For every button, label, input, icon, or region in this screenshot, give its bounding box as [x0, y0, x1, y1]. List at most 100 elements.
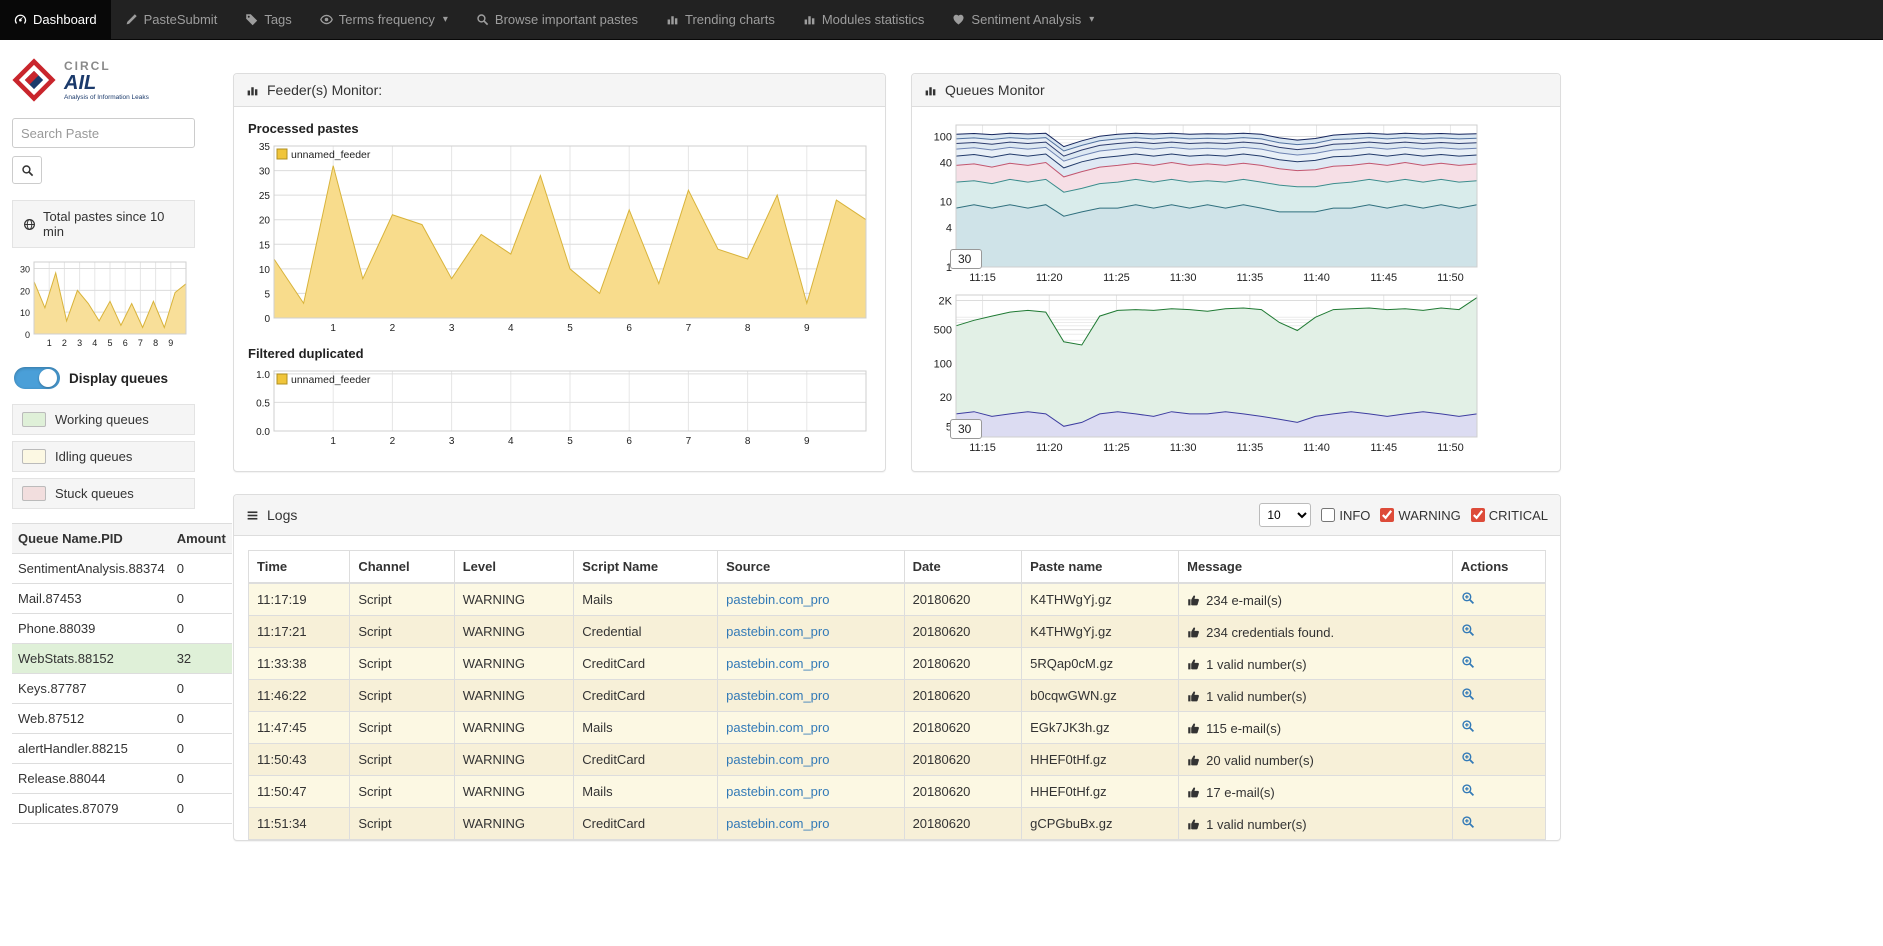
show-paste-button[interactable] [1461, 623, 1475, 637]
svg-text:7: 7 [138, 338, 143, 348]
edit-icon [125, 13, 138, 26]
queue-row-keys-87787[interactable]: Keys.877870 [12, 674, 232, 704]
queue-row-duplicates-87079[interactable]: Duplicates.870790 [12, 794, 232, 824]
avg-window-input-bottom[interactable]: 30 [950, 419, 982, 439]
filter-critical[interactable]: CRITICAL [1471, 508, 1548, 523]
search-paste-button[interactable] [12, 156, 42, 184]
show-paste-button[interactable] [1461, 719, 1475, 733]
filter-critical-checkbox[interactable] [1471, 508, 1485, 522]
logs-column-source: Source [718, 551, 904, 584]
show-paste-button[interactable] [1461, 815, 1475, 829]
queues-monitor-bottom-chart[interactable]: 11:1511:2011:2511:3011:3511:4011:4511:50… [924, 289, 1484, 455]
svg-text:9: 9 [168, 338, 173, 348]
queue-row-alerthandler-88215[interactable]: alertHandler.882150 [12, 734, 232, 764]
log-message-cell: 1 valid number(s) [1179, 808, 1453, 840]
svg-text:1: 1 [330, 323, 336, 334]
bar-chart-icon [246, 84, 259, 97]
filter-info[interactable]: INFO [1321, 508, 1370, 523]
legend-label: Stuck queues [55, 486, 134, 501]
log-message-cell: 1 valid number(s) [1179, 648, 1453, 680]
svg-text:3: 3 [449, 323, 455, 334]
log-source-cell: pastebin.com_pro [718, 680, 904, 712]
circl-ail-logo[interactable]: CIRCL AIL Analysis of Information Leaks [12, 58, 195, 102]
logo-text: CIRCL AIL Analysis of Information Leaks [64, 59, 149, 101]
queue-row-web-87512[interactable]: Web.875120 [12, 704, 232, 734]
legend-label: Idling queues [55, 449, 132, 464]
nav-item-dashboard[interactable]: Dashboard [0, 0, 111, 39]
queues-monitor-top-chart[interactable]: 11:1511:2011:2511:3011:3511:4011:4511:50… [924, 119, 1484, 285]
page-size-select[interactable]: 10 [1259, 503, 1311, 527]
svg-text:11:15: 11:15 [969, 442, 996, 454]
queues-monitor-panel: Queues Monitor 11:1511:2011:2511:3011:35… [911, 73, 1561, 472]
show-paste-button[interactable] [1461, 751, 1475, 765]
log-paste-cell: b0cqwGWN.gz [1022, 680, 1179, 712]
log-row: 11:50:43ScriptWARNINGCreditCardpastebin.… [249, 744, 1546, 776]
avg-window-input-top[interactable]: 30 [950, 249, 982, 269]
queue-row-release-88044[interactable]: Release.880440 [12, 764, 232, 794]
legend-swatch [22, 412, 46, 427]
nav-item-tags[interactable]: Tags [231, 0, 305, 39]
svg-text:11:40: 11:40 [1303, 272, 1330, 284]
svg-text:5: 5 [567, 323, 573, 334]
log-message-text: 115 e-mail(s) [1206, 721, 1281, 736]
svg-text:0.0: 0.0 [256, 427, 270, 438]
svg-text:20: 20 [940, 392, 952, 404]
queue-name-cell: alertHandler.88215 [12, 734, 171, 764]
svg-text:10: 10 [940, 197, 952, 209]
processed-pastes-chart[interactable]: 12345678905101520253035unnamed_feeder [246, 140, 873, 336]
queue-legend: Working queuesIdling queuesStuck queues [12, 404, 195, 509]
svg-text:20: 20 [259, 216, 271, 227]
log-level-filters: INFO WARNING CRITICAL [1321, 508, 1548, 523]
log-source-link[interactable]: pastebin.com_pro [726, 816, 829, 831]
log-source-link[interactable]: pastebin.com_pro [726, 720, 829, 735]
logs-column-paste: Paste name [1022, 551, 1179, 584]
log-source-link[interactable]: pastebin.com_pro [726, 656, 829, 671]
search-icon [21, 164, 34, 177]
svg-text:1: 1 [47, 338, 52, 348]
thumbs-up-icon [1187, 656, 1206, 669]
total-pastes-sparkline-chart: 1234567890102030 [12, 256, 193, 350]
queue-row-phone-88039[interactable]: Phone.880390 [12, 614, 232, 644]
nav-item-label: Browse important pastes [495, 12, 638, 27]
log-source-link[interactable]: pastebin.com_pro [726, 624, 829, 639]
svg-text:4: 4 [946, 223, 952, 235]
queue-row-sentimentanalysis-88374[interactable]: SentimentAnalysis.883740 [12, 554, 232, 584]
show-paste-button[interactable] [1461, 687, 1475, 701]
svg-text:11:20: 11:20 [1036, 442, 1063, 454]
log-row: 11:47:45ScriptWARNINGMailspastebin.com_p… [249, 712, 1546, 744]
log-source-link[interactable]: pastebin.com_pro [726, 752, 829, 767]
svg-text:11:35: 11:35 [1236, 272, 1263, 284]
filter-warning-checkbox[interactable] [1380, 508, 1394, 522]
nav-item-pastesubmit[interactable]: PasteSubmit [111, 0, 232, 39]
svg-text:5: 5 [264, 289, 270, 300]
queue-row-mail-87453[interactable]: Mail.874530 [12, 584, 232, 614]
filter-warning[interactable]: WARNING [1380, 508, 1460, 523]
thumbs-up-icon [1187, 816, 1206, 829]
svg-text:11:45: 11:45 [1370, 272, 1397, 284]
log-source-link[interactable]: pastebin.com_pro [726, 592, 829, 607]
log-script-cell: CreditCard [574, 648, 718, 680]
svg-text:20: 20 [20, 286, 30, 296]
nav-item-trending-charts[interactable]: Trending charts [652, 0, 789, 39]
nav-item-browse-important-pastes[interactable]: Browse important pastes [462, 0, 652, 39]
show-paste-button[interactable] [1461, 783, 1475, 797]
filtered-duplicated-chart[interactable]: 1234567890.00.51.0unnamed_feeder [246, 365, 873, 449]
nav-item-sentiment-analysis[interactable]: Sentiment Analysis▾ [938, 0, 1108, 39]
eye-icon [320, 13, 333, 26]
nav-item-modules-statistics[interactable]: Modules statistics [789, 0, 939, 39]
show-paste-button[interactable] [1461, 591, 1475, 605]
logo-line1: CIRCL [64, 59, 149, 73]
svg-text:11:30: 11:30 [1170, 272, 1197, 284]
queue-row-webstats-88152[interactable]: WebStats.8815232 [12, 644, 232, 674]
nav-item-terms-frequency[interactable]: Terms frequency▾ [306, 0, 462, 39]
globe-icon [23, 218, 36, 231]
log-script-cell: CreditCard [574, 680, 718, 712]
display-queues-toggle[interactable] [14, 367, 60, 389]
log-row: 11:33:38ScriptWARNINGCreditCardpastebin.… [249, 648, 1546, 680]
search-paste-input[interactable] [12, 118, 195, 148]
filter-info-checkbox[interactable] [1321, 508, 1335, 522]
log-source-link[interactable]: pastebin.com_pro [726, 784, 829, 799]
show-paste-button[interactable] [1461, 655, 1475, 669]
filtered-duplicated-svg: 1234567890.00.51.0unnamed_feeder [246, 365, 873, 449]
log-source-link[interactable]: pastebin.com_pro [726, 688, 829, 703]
